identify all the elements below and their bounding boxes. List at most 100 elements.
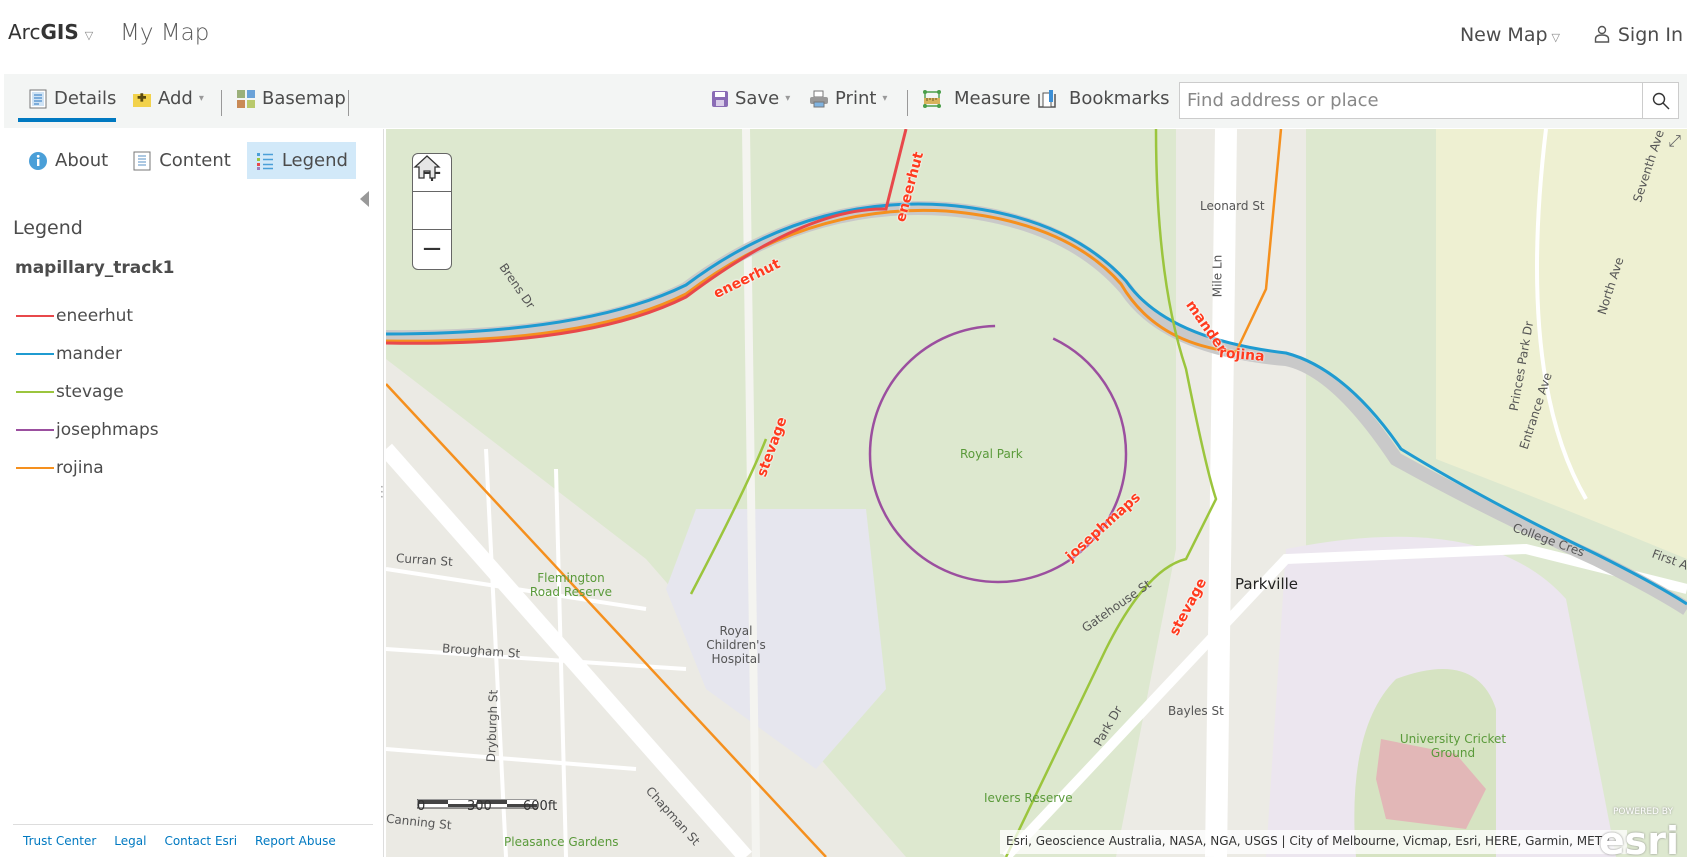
print-label: Print: [835, 88, 877, 109]
street-label: Dryburgh St: [484, 689, 501, 763]
map-view[interactable]: ⤢ + − Royal Park Parkville Flemington Ro…: [386, 129, 1687, 857]
legend-swatch: [16, 467, 54, 469]
printer-icon: [810, 90, 828, 107]
brand-bold: GIS: [40, 20, 79, 44]
scale-label: 0: [417, 799, 426, 814]
collapse-panel-button[interactable]: [360, 191, 369, 207]
footer-link-report-abuse[interactable]: Report Abuse: [255, 834, 336, 848]
road: [1205, 129, 1237, 857]
sign-in-label: Sign In: [1617, 24, 1683, 46]
esri-logo[interactable]: esri: [1599, 819, 1679, 857]
street-label: Mile Ln: [1210, 254, 1225, 298]
legend-label: stevage: [56, 382, 124, 402]
legend-item: mander: [16, 335, 159, 373]
add-label: Add: [158, 88, 193, 109]
legend-swatch: [16, 429, 54, 431]
details-icon: [29, 89, 47, 108]
tab-about-label: About: [55, 150, 109, 171]
legend-icon: [256, 152, 273, 170]
add-button[interactable]: Add ▾: [132, 88, 204, 109]
toolbar-divider: [348, 90, 349, 116]
footer-link-contact-esri[interactable]: Contact Esri: [164, 834, 237, 848]
panel-tabs: About Content Legend: [20, 142, 356, 179]
legend-item: josephmaps: [16, 411, 159, 449]
place-label: Flemington Road Reserve: [529, 571, 613, 599]
details-button[interactable]: Details: [28, 88, 116, 109]
toolbar: Details Add ▾ Basemap Save ▾ Print ▾ Measur…: [4, 74, 1687, 128]
save-label: Save: [735, 88, 780, 109]
place-label: Parkville: [1235, 575, 1299, 593]
place-label: Royal Park: [960, 447, 1023, 461]
info-icon: [29, 151, 47, 170]
brand-prefix: Arc: [8, 20, 41, 44]
street-label: Leonard St: [1200, 199, 1265, 213]
chevron-down-icon: ▽: [1551, 31, 1560, 44]
bookmarks-button[interactable]: Bookmarks: [1037, 88, 1170, 109]
arcgis-menu[interactable]: ArcGIS ▽: [8, 20, 93, 44]
chevron-down-icon: ▾: [785, 93, 791, 104]
fullscreen-icon[interactable]: ⤢: [1668, 131, 1681, 151]
side-panel: About Content Legend Legend mapillary_tr…: [4, 129, 384, 857]
toolbar-divider: [907, 90, 908, 116]
panel-resize-handle[interactable]: · · ·: [380, 481, 384, 503]
search-box: [1179, 82, 1679, 119]
home-icon: [413, 155, 441, 179]
chevron-down-icon: ▾: [882, 93, 888, 104]
street-label: Bayles St: [1168, 704, 1224, 718]
tab-content[interactable]: Content: [124, 142, 239, 179]
legend-list: eneerhut mander stevage josephmaps rojin…: [16, 297, 159, 487]
place-label: Royal Children's Hospital: [706, 624, 766, 666]
place-label: Ievers Reserve: [984, 791, 1073, 805]
search-icon: [1652, 92, 1669, 109]
legend-swatch: [16, 353, 54, 355]
panel-footer: Trust Center Legal Contact Esri Report A…: [13, 824, 373, 848]
bookmarks-label: Bookmarks: [1069, 88, 1170, 109]
bookmark-icon: [1038, 89, 1056, 108]
tab-content-label: Content: [159, 150, 231, 171]
footer-link-legal[interactable]: Legal: [114, 834, 146, 848]
map-title: My Map: [120, 20, 210, 46]
sign-in-button[interactable]: Sign In: [1594, 24, 1683, 46]
home-button[interactable]: [413, 155, 451, 230]
layer-name: mapillary_track1: [15, 258, 175, 278]
save-icon: [712, 90, 728, 107]
measure-icon: [923, 89, 941, 108]
search-button[interactable]: [1642, 83, 1678, 118]
toolbar-divider: [221, 90, 222, 116]
place-label: University Cricket Ground: [1399, 732, 1507, 760]
legend-label: rojina: [56, 458, 104, 478]
legend-item: rojina: [16, 449, 159, 487]
user-icon: [1594, 25, 1610, 43]
place-label: Pleasance Gardens: [504, 835, 619, 849]
legend-label: eneerhut: [56, 306, 134, 326]
details-label: Details: [54, 88, 117, 109]
scale-label: 600ft: [523, 799, 558, 814]
legend-swatch: [16, 315, 54, 317]
map-attribution[interactable]: Esri, Geoscience Australia, NASA, NGA, U…: [1000, 830, 1628, 854]
legend-label: josephmaps: [56, 420, 159, 440]
basemap-icon: [237, 89, 255, 108]
save-button[interactable]: Save ▾: [711, 88, 790, 109]
measure-button[interactable]: Measure: [922, 88, 1031, 109]
new-map-label: New Map: [1459, 24, 1548, 46]
basemap-button[interactable]: Basemap: [236, 88, 346, 109]
content-list-icon: [133, 151, 151, 170]
legend-label: mander: [56, 344, 122, 364]
new-map-menu[interactable]: New Map ▽: [1460, 24, 1560, 46]
search-input[interactable]: [1180, 83, 1642, 118]
footer-link-trust-center[interactable]: Trust Center: [23, 834, 96, 848]
legend-heading: Legend: [13, 217, 83, 239]
tab-about[interactable]: About: [20, 142, 116, 179]
print-button[interactable]: Print ▾: [809, 88, 887, 109]
active-tab-indicator: [18, 118, 116, 122]
chevron-down-icon: ▾: [198, 93, 204, 104]
legend-swatch: [16, 391, 54, 393]
tab-legend-label: Legend: [281, 150, 348, 171]
zoom-controls: + −: [412, 153, 452, 270]
tab-legend[interactable]: Legend: [246, 142, 356, 179]
chevron-down-icon: ▽: [84, 29, 94, 42]
zoom-out-button[interactable]: −: [413, 230, 451, 268]
add-layer-icon: [133, 92, 151, 107]
legend-item: stevage: [16, 373, 159, 411]
measure-label: Measure: [954, 88, 1031, 109]
